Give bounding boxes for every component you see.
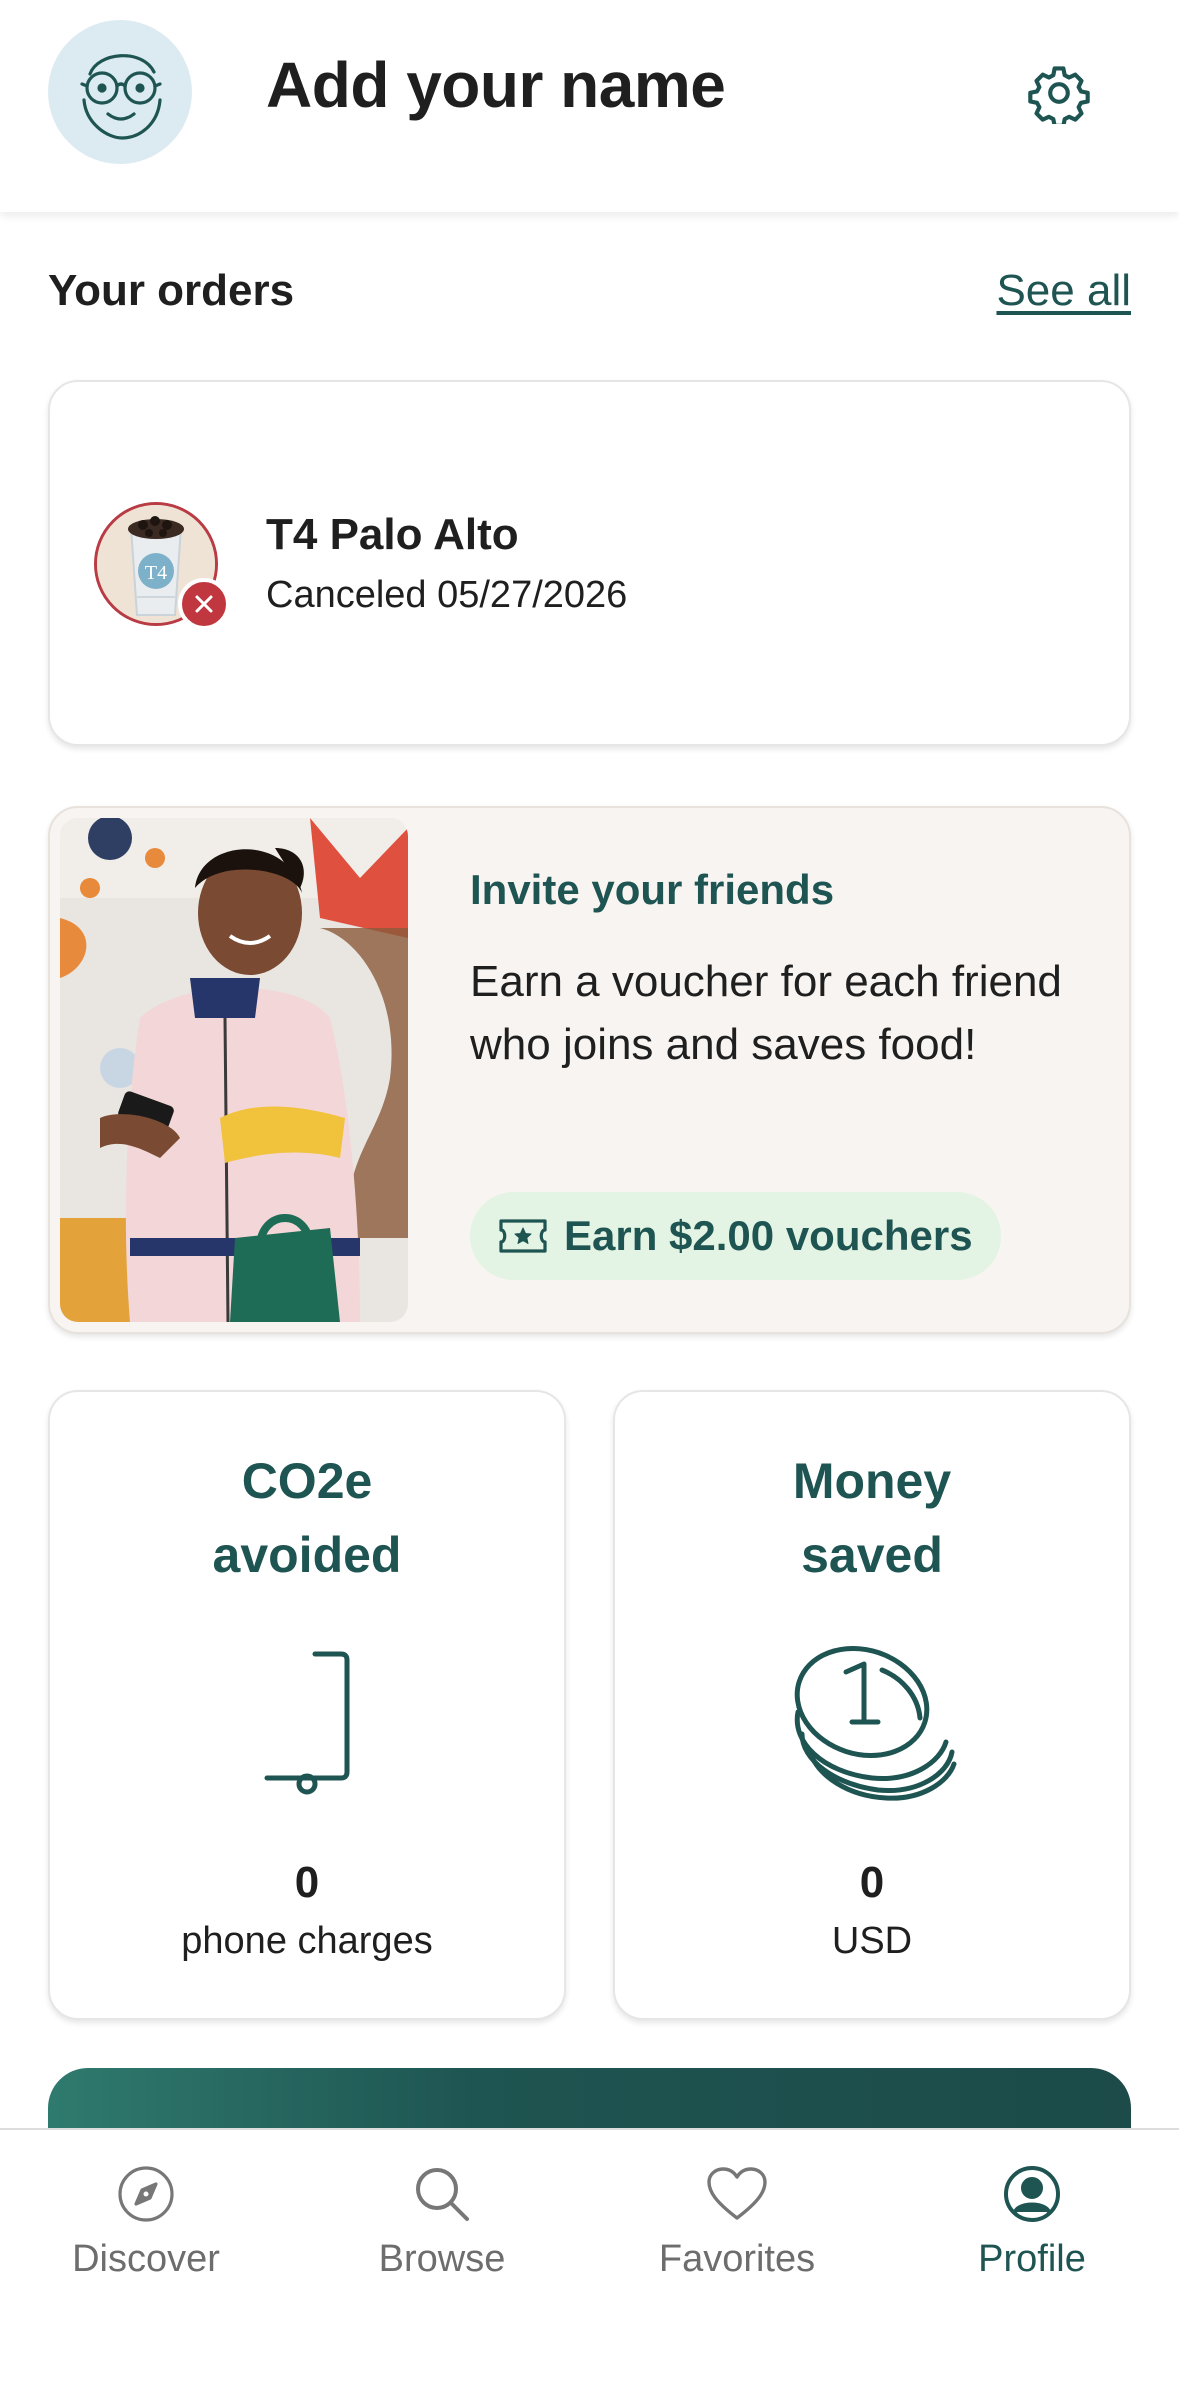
invite-title: Invite your friends (470, 866, 835, 913)
money-saved-title: Money saved (615, 1444, 1129, 1592)
co2e-avoided-value: 0 (294, 1858, 320, 1907)
co2e-avoided-title-text: CO2e avoided (212, 1453, 402, 1583)
gear-icon (1028, 66, 1090, 124)
co2e-avoided-card[interactable]: CO2e avoided 0 phone charges (48, 1390, 566, 2020)
tab-profile-label: Profile (978, 2238, 1086, 2280)
tab-discover[interactable]: Discover (26, 2162, 266, 2312)
phone-charge-icon (50, 1642, 564, 1802)
see-all-orders-link[interactable]: See all (996, 266, 1131, 316)
co2e-avoided-unit: phone charges (181, 1920, 433, 1962)
co2e-avoided-title: CO2e avoided (50, 1444, 564, 1592)
tab-browse-label: Browse (378, 2238, 506, 2280)
page-title: Add your name (266, 49, 726, 121)
tab-favorites-label: Favorites (658, 2238, 816, 2280)
avatar[interactable] (48, 20, 192, 164)
close-icon (195, 595, 213, 613)
tab-browse[interactable]: Browse (322, 2162, 562, 2312)
order-card[interactable]: T4 T4 Palo Alto Canceled 05/27/2026 (48, 380, 1131, 746)
order-status: Canceled 05/27/2026 (266, 574, 628, 616)
profile-header: Add your name (0, 0, 1179, 212)
canceled-badge (178, 578, 230, 630)
coin-stack-icon (615, 1642, 1129, 1802)
voucher-ticket-icon (499, 1219, 547, 1253)
smiling-face-with-glasses-icon (80, 54, 162, 140)
profile-icon (1004, 2166, 1060, 2222)
next-section-banner[interactable] (48, 2068, 1131, 2128)
settings-button[interactable] (1024, 58, 1094, 128)
woman-with-phone-and-tote-photo (60, 818, 408, 1322)
earn-vouchers-label: Earn $2.00 vouchers (564, 1212, 973, 1259)
money-saved-title-text: Money saved (792, 1453, 952, 1583)
heart-icon (707, 2167, 767, 2220)
money-saved-unit: USD (831, 1920, 913, 1962)
invite-friends-card[interactable]: Invite your friends Earn a voucher for e… (48, 806, 1131, 1334)
search-icon (416, 2168, 469, 2221)
earn-vouchers-button[interactable]: Earn $2.00 vouchers (470, 1192, 1001, 1280)
tab-favorites[interactable]: Favorites (617, 2162, 857, 2312)
bottom-tab-bar: Discover Browse Favorites Profile (0, 2128, 1179, 2396)
order-store-name: T4 Palo Alto (266, 510, 519, 559)
svg-text:T4: T4 (145, 562, 167, 584)
orders-section-title: Your orders (48, 266, 295, 315)
invite-description: Earn a voucher for each friend who joins… (470, 957, 1062, 1069)
money-saved-card[interactable]: Money saved 0 USD (613, 1390, 1131, 2020)
money-saved-value: 0 (859, 1858, 885, 1907)
compass-icon (118, 2166, 174, 2222)
tab-discover-label: Discover (72, 2238, 220, 2280)
tab-profile[interactable]: Profile (912, 2162, 1152, 2312)
